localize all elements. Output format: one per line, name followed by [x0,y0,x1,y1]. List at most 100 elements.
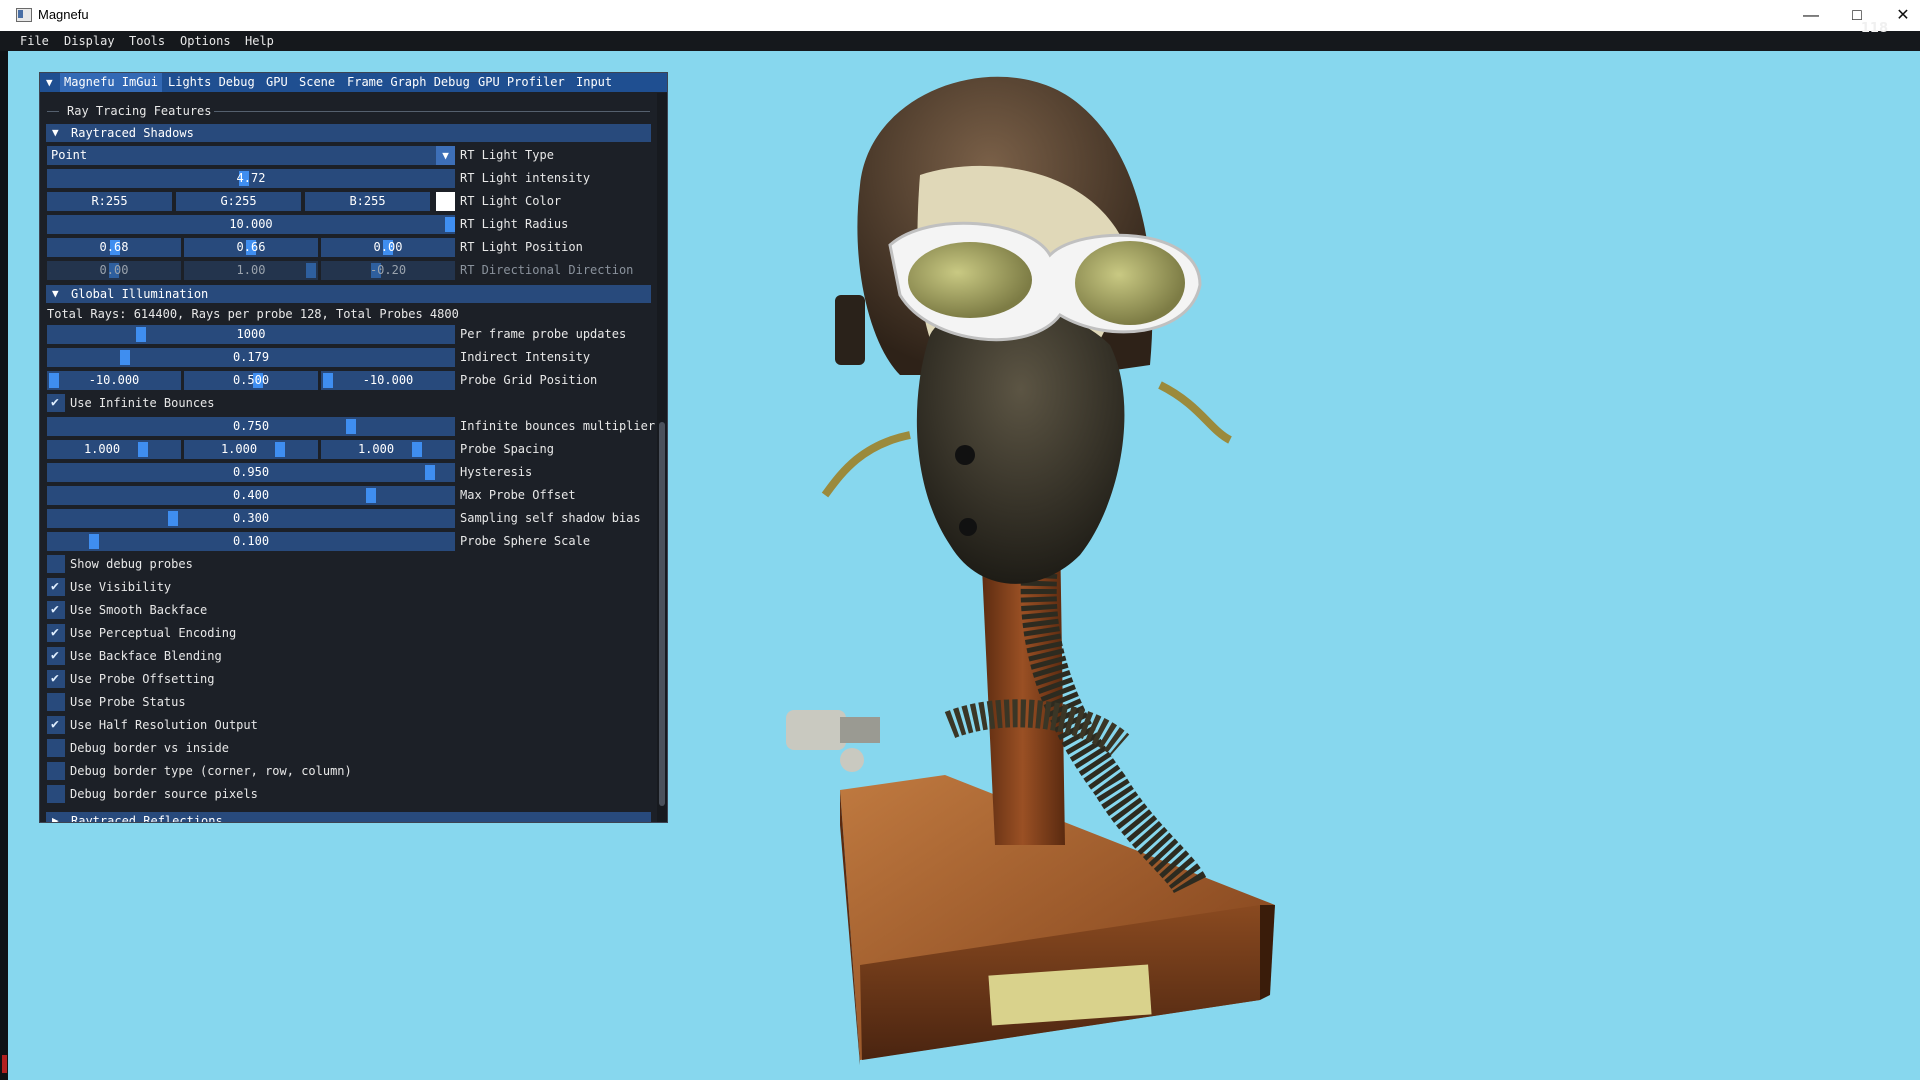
slider-grab[interactable] [365,488,376,503]
checkbox[interactable]: ✔ [47,647,65,665]
checkmark-icon: ✔ [51,602,59,617]
combo-value: Point [51,148,88,162]
gi-info-text: Total Rays: 614400, Rays per probe 128, … [47,307,459,321]
scrollbar[interactable] [657,93,667,822]
color-g-field[interactable]: G:255 [176,192,301,211]
checkbox[interactable]: ✔ [47,624,65,642]
grid-position-z[interactable]: -10.000 [321,371,455,390]
checkbox[interactable] [47,555,65,573]
infinite-bounces-checkbox[interactable]: ✔ [47,394,65,412]
hysteresis-label: Hysteresis [460,465,533,479]
slider-grab[interactable] [120,350,131,365]
slider-grab[interactable] [323,373,333,388]
minimize-icon[interactable]: — [1788,0,1834,31]
tab-gpu[interactable]: GPU [262,73,292,92]
tab-magnefu-imgui[interactable]: Magnefu ImGui [60,73,162,92]
light-type-combo[interactable]: Point ▼ [47,146,455,165]
probe-sphere-scale-slider[interactable]: 0.100 [47,532,455,551]
color-b-field[interactable]: B:255 [305,192,430,211]
checkbox[interactable]: ✔ [47,670,65,688]
checkbox[interactable] [47,762,65,780]
grid-position-y[interactable]: 0.500 [184,371,318,390]
checkmark-icon: ✔ [51,717,59,732]
tab-bar: ▼ Magnefu ImGui Lights Debug GPU Scene F… [40,73,667,92]
slider-grab [306,263,316,278]
tab-frame-graph-debug[interactable]: Frame Graph Debug [343,73,474,92]
slider-grab[interactable] [275,442,285,457]
window-title: Magnefu [38,7,89,22]
separator-line [214,111,650,112]
indirect-intensity-label: Indirect Intensity [460,350,591,364]
probe-updates-slider[interactable]: 1000 [47,325,455,344]
light-type-label: RT Light Type [460,148,554,162]
slider-grab[interactable] [346,419,356,434]
light-radius-slider[interactable]: 10.000 [47,215,455,234]
slider-grab[interactable] [445,217,455,232]
direction-x: 0.00 [47,261,181,280]
max-probe-offset-label: Max Probe Offset [460,488,576,502]
shadow-bias-label: Sampling self shadow bias [460,511,641,525]
hysteresis-slider[interactable]: 0.950 [47,463,455,482]
color-r-field[interactable]: R:255 [47,192,172,211]
menu-file[interactable]: File [20,34,49,48]
checkbox[interactable] [47,693,65,711]
checkbox-label: Use Probe Status [70,695,186,709]
tab-lights-debug[interactable]: Lights Debug [164,73,259,92]
probe-spacing-x[interactable]: 1.000 [47,440,181,459]
header-raytraced-reflections[interactable]: ▶ Raytraced Reflections [46,812,651,822]
checkmark-icon: ✔ [51,625,59,640]
probe-spacing-y[interactable]: 1.000 [184,440,318,459]
color-swatch[interactable] [436,192,455,211]
slider-grab[interactable] [412,442,422,457]
menu-display[interactable]: Display [64,34,115,48]
checkbox[interactable]: ✔ [47,716,65,734]
infinite-bounces-label: Use Infinite Bounces [70,396,215,410]
expanded-arrow-icon: ▼ [52,287,59,300]
slider-grab[interactable] [138,442,148,457]
slider-grab[interactable] [167,511,178,526]
tab-gpu-profiler[interactable]: GPU Profiler [474,73,569,92]
slider-grab[interactable] [88,534,99,549]
menu-help[interactable]: Help [245,34,274,48]
max-probe-offset-slider[interactable]: 0.400 [47,486,455,505]
indirect-intensity-slider[interactable]: 0.179 [47,348,455,367]
light-intensity-label: RT Light intensity [460,171,591,185]
light-position-label: RT Light Position [460,240,583,254]
grid-position-x[interactable]: -10.000 [47,371,181,390]
light-position-z[interactable]: 0.00 [321,238,455,257]
checkbox[interactable] [47,739,65,757]
slider-grab[interactable] [49,373,59,388]
scrollbar-thumb[interactable] [659,422,665,806]
bounces-multiplier-slider[interactable]: 0.750 [47,417,455,436]
expanded-arrow-icon: ▼ [52,126,59,139]
separator-label: Ray Tracing Features [67,104,212,118]
separator-line [47,111,59,112]
collapse-arrow-icon[interactable]: ▼ [46,76,53,89]
chevron-down-icon[interactable]: ▼ [436,146,455,165]
scene-viewport[interactable] [780,45,1280,1075]
checkbox-label: Use Backface Blending [70,649,222,663]
imgui-window[interactable]: ▼ Magnefu ImGui Lights Debug GPU Scene F… [39,72,668,823]
direction-label: RT Directional Direction [460,263,634,277]
fps-counter: 118 [1860,21,1888,36]
checkbox[interactable]: ✔ [47,578,65,596]
header-raytraced-shadows[interactable]: ▼ Raytraced Shadows [46,124,651,142]
shadow-bias-slider[interactable]: 0.300 [47,509,455,528]
checkbox[interactable] [47,785,65,803]
probe-spacing-z[interactable]: 1.000 [321,440,455,459]
light-position-y[interactable]: 0.66 [184,238,318,257]
tab-input[interactable]: Input [572,73,616,92]
checkmark-icon: ✔ [51,648,59,663]
left-edge-marker [2,1055,7,1073]
checkbox[interactable]: ✔ [47,601,65,619]
light-position-x[interactable]: 0.68 [47,238,181,257]
left-edge-strip [0,51,8,1080]
slider-grab[interactable] [136,327,147,342]
slider-grab[interactable] [425,465,436,480]
menu-tools[interactable]: Tools [129,34,165,48]
menu-options[interactable]: Options [180,34,231,48]
header-global-illumination[interactable]: ▼ Global Illumination [46,285,651,303]
light-intensity-slider[interactable]: 4.72 [47,169,455,188]
direction-y: 1.00 [184,261,318,280]
tab-scene[interactable]: Scene [295,73,339,92]
